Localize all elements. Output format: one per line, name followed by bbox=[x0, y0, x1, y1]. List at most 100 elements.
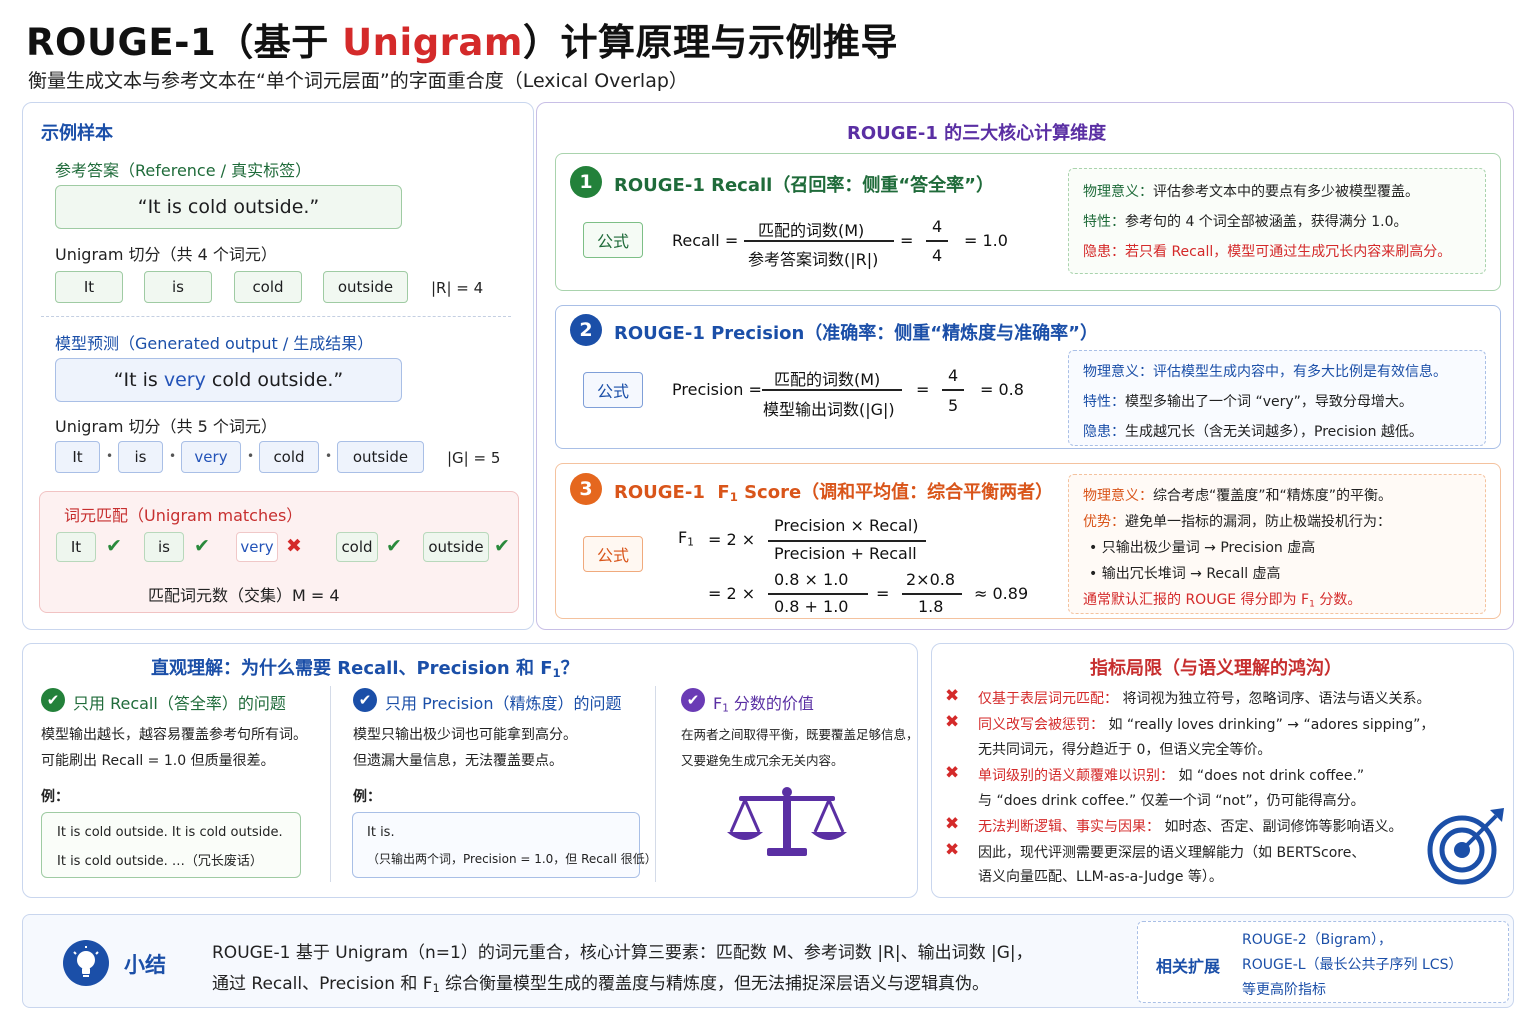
col-line: 模型只输出极少词也可能拿到高分。 bbox=[353, 727, 577, 743]
column-divider bbox=[655, 686, 656, 882]
col-line: 可能刷出 Recall = 1.0 但质量很差。 bbox=[41, 753, 275, 769]
f1-notes: 物理意义：综合考虑“覆盖度”和“精炼度”的平衡。 优势：避免单一指标的漏洞，防止… bbox=[1068, 474, 1486, 614]
precision-numerator: 匹配的词数(M) bbox=[774, 370, 881, 389]
col-line: 在两者之间取得平衡，既要覆盖足够信息， bbox=[681, 727, 919, 742]
recall-heading: ROUGE-1 Recall（召回率：侧重“答全率”） bbox=[614, 175, 994, 196]
equals-sign: = bbox=[916, 380, 930, 399]
ref-token: outside bbox=[323, 271, 408, 303]
token-separator: • bbox=[106, 449, 114, 463]
fraction-bar bbox=[744, 240, 894, 242]
column-divider bbox=[330, 686, 331, 882]
precision-denominator: 模型输出词数(|G|) bbox=[763, 400, 895, 419]
ref-token: It bbox=[55, 271, 123, 303]
example-label: 例： bbox=[41, 789, 69, 805]
precision-notes: 物理意义：评估模型生成内容中，有多大比例是有效信息。 特性：模型多输出了一个词 … bbox=[1068, 350, 1486, 446]
cross-icon: ✖ bbox=[945, 686, 960, 706]
precision-frac-num: 4 bbox=[948, 366, 959, 385]
limit-item: 同义改写会被惩罚： 如 “really loves drinking” → “a… bbox=[978, 717, 1435, 733]
samples-title: 示例样本 bbox=[41, 123, 113, 144]
precision-card: 2 ROUGE-1 Precision（准确率：侧重“精炼度与准确率”） 公式 … bbox=[555, 305, 1501, 449]
check-icon: ✔ bbox=[494, 535, 510, 557]
extension-line: ROUGE-L（最长公共子序列 LCS） bbox=[1242, 957, 1463, 973]
match-token: cold bbox=[336, 532, 378, 562]
note-line: 物理意义：评估参考文本中的要点有多少被模型覆盖。 bbox=[1083, 184, 1419, 200]
extension-line: 等更高阶指标 bbox=[1242, 982, 1326, 998]
cross-icon: ✖ bbox=[945, 814, 960, 834]
limit-item-line2: 无共同词元，得分趋近于 0，但语义完全等价。 bbox=[978, 742, 1272, 758]
fraction-bar bbox=[762, 389, 902, 391]
note-conclusion: 通常默认汇报的 ROUGE 得分即为 F1 分数。 bbox=[1083, 592, 1362, 610]
example-box: It is cold outside. It is cold outside. … bbox=[41, 812, 301, 878]
summary-line: ROUGE-1 基于 Unigram（n=1）的词元重合，核心计算三要素：匹配数… bbox=[212, 943, 1033, 963]
dims-title: ROUGE-1 的三大核心计算维度 bbox=[847, 123, 1107, 144]
f1-card: 3 ROUGE-1 F1 Score（调和平均值：综合平衡两者） 公式 F1 =… bbox=[555, 463, 1501, 619]
matches-box: 词元匹配（Unigram matches） It ✔ is ✔ very ✖ c… bbox=[39, 491, 519, 613]
intuition-panel: 直观理解：为什么需要 Recall、Precision 和 F1？ ✔ 只用 R… bbox=[22, 643, 919, 898]
col-line: 又要避免生成冗余无关内容。 bbox=[681, 753, 844, 768]
f1-num3: 2×0.8 bbox=[906, 570, 956, 589]
recall-card: 1 ROUGE-1 Recall（召回率：侧重“答全率”） 公式 Recall … bbox=[555, 153, 1501, 291]
note-bullet: • 输出冗长堆词 → Recall 虚高 bbox=[1089, 566, 1281, 582]
generated-label: 模型预测（Generated output / 生成结果） bbox=[55, 334, 374, 353]
f1-den2: 0.8 + 1.0 bbox=[774, 597, 849, 616]
gen-token: is bbox=[118, 441, 163, 473]
note-line: 隐患：生成越冗长（含无关词越多），Precision 越低。 bbox=[1083, 424, 1423, 440]
fraction-bar bbox=[942, 389, 964, 391]
page-title: ROUGE-1（基于 Unigram）计算原理与示例推导 bbox=[26, 21, 898, 64]
limits-title: 指标局限（与语义理解的鸿沟） bbox=[1090, 658, 1342, 679]
cross-icon: ✖ bbox=[945, 712, 960, 732]
page-subtitle: 衡量生成文本与参考文本在“单个词元层面”的字面重合度（Lexical Overl… bbox=[28, 70, 688, 92]
summary-box: 小结 ROUGE-1 基于 Unigram（n=1）的词元重合，核心计算三要素：… bbox=[22, 914, 1514, 1008]
f1-num2: 0.8 × 1.0 bbox=[774, 570, 849, 589]
check-icon: ✔ bbox=[194, 535, 210, 557]
reference-sentence: “It is cold outside.” bbox=[55, 185, 402, 229]
check-icon: ✔ bbox=[106, 535, 122, 557]
reference-count: |R| = 4 bbox=[431, 279, 484, 297]
limit-item-line2: 语义向量匹配、LLM-as-a-Judge 等）。 bbox=[978, 869, 1223, 885]
match-token: outside bbox=[423, 532, 489, 562]
scale-icon bbox=[727, 787, 847, 856]
check-circle-icon: ✔ bbox=[353, 688, 377, 712]
f1-result: ≈ 0.89 bbox=[974, 584, 1029, 603]
fraction-bar bbox=[902, 593, 962, 595]
gen-token-highlight: very bbox=[181, 441, 241, 473]
recall-notes: 物理意义：评估参考文本中的要点有多少被模型覆盖。 特性：参考句的 4 个词全部被… bbox=[1068, 168, 1486, 274]
formula-badge: 公式 bbox=[583, 372, 643, 408]
f1-heading: ROUGE-1 F1 Score（调和平均值：综合平衡两者） bbox=[614, 482, 1054, 504]
check-icon: ✔ bbox=[386, 535, 402, 557]
note-line: 物理意义：综合考虑“覆盖度”和“精炼度”的平衡。 bbox=[1083, 488, 1393, 504]
note-line: 物理意义：评估模型生成内容中，有多大比例是有效信息。 bbox=[1083, 364, 1447, 380]
fraction-bar bbox=[768, 540, 926, 542]
match-token: It bbox=[56, 532, 96, 562]
gen-token: cold bbox=[259, 441, 319, 473]
note-line: 优势：避免单一指标的漏洞，防止极端投机行为： bbox=[1083, 514, 1391, 530]
gen-token: outside bbox=[337, 441, 424, 473]
f1-den1: Precision + Recall bbox=[774, 544, 917, 563]
f1-eq2: = 2 × bbox=[708, 584, 756, 603]
check-circle-icon: ✔ bbox=[681, 688, 705, 712]
number-badge: 1 bbox=[570, 166, 602, 198]
recall-lhs: Recall = bbox=[672, 231, 739, 250]
gen-token: It bbox=[55, 441, 100, 473]
col-line: 但遗漏大量信息，无法覆盖要点。 bbox=[353, 753, 563, 769]
precision-frac-den: 5 bbox=[948, 396, 959, 415]
recall-result: = 1.0 bbox=[964, 231, 1008, 250]
intuition-title: 直观理解：为什么需要 Recall、Precision 和 F1？ bbox=[151, 658, 579, 680]
matches-count: 匹配词元数（交集）M = 4 bbox=[148, 586, 340, 605]
f1-eq3: = bbox=[876, 584, 890, 603]
f1-lhs: F1 bbox=[678, 528, 694, 549]
limit-item: 仅基于表层词元匹配： 将词视为独立符号，忽略词序、语法与语义关系。 bbox=[978, 691, 1431, 707]
samples-divider bbox=[41, 316, 511, 317]
example-box: It is. （只输出两个词，Precision = 1.0，但 Recall … bbox=[352, 812, 657, 878]
formula-badge: 公式 bbox=[583, 222, 643, 258]
fraction-bar bbox=[768, 593, 868, 595]
summary-title: 小结 bbox=[124, 953, 166, 977]
limit-item: 单词级别的语义颠覆难以识别： 如 “does not drink coffee.… bbox=[978, 768, 1365, 784]
match-token-miss: very bbox=[236, 532, 278, 562]
example-label: 例： bbox=[353, 789, 381, 805]
col-precision-heading: 只用 Precision（精炼度）的问题 bbox=[385, 694, 622, 713]
extension-line: ROUGE-2（Bigram）， bbox=[1242, 932, 1393, 948]
cross-icon: ✖ bbox=[286, 535, 302, 557]
token-separator: • bbox=[325, 449, 333, 463]
precision-result: = 0.8 bbox=[980, 380, 1024, 399]
